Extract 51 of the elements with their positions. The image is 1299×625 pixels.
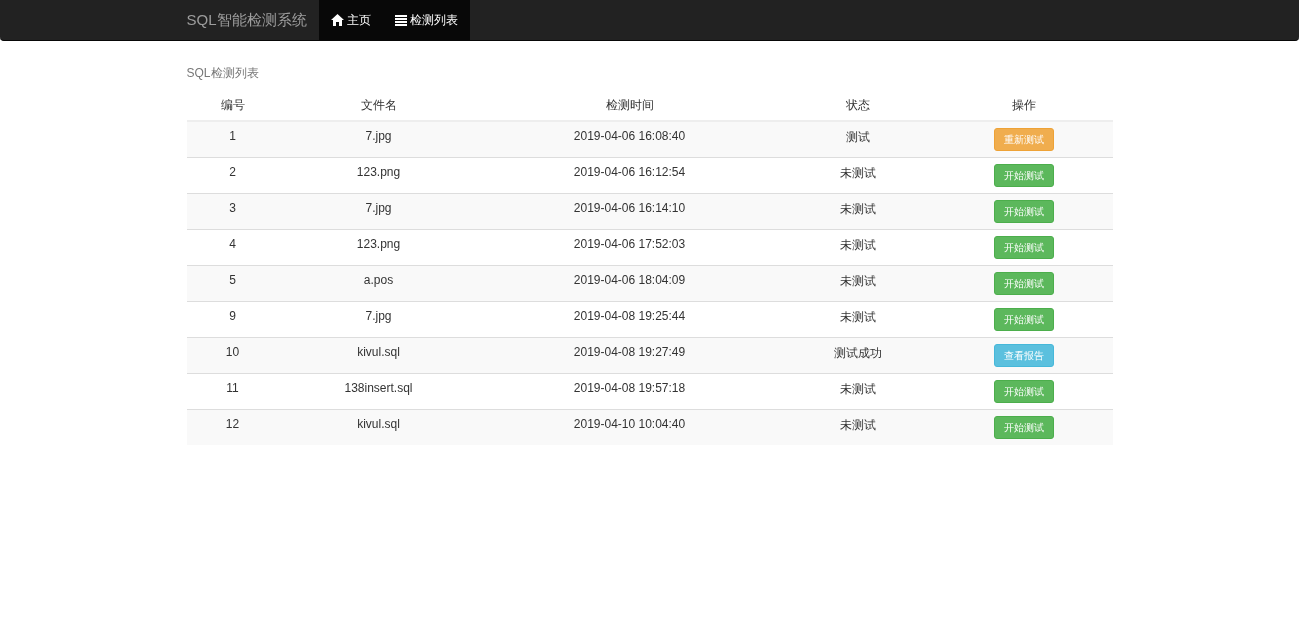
table-cell: 138insert.sql xyxy=(344,381,413,395)
status-text: 未测试 xyxy=(839,418,876,432)
table-cell: 2019-04-06 16:14:10 xyxy=(573,201,686,215)
table-cell: 2019-04-06 16:08:40 xyxy=(573,129,686,143)
table-cell: 7.jpg xyxy=(365,201,392,215)
table-cell: kivul.sql xyxy=(357,417,400,431)
status-text: 未测试 xyxy=(839,382,876,396)
table-cell: 2 xyxy=(229,165,236,179)
table-cell: 5 xyxy=(229,273,236,287)
action-button[interactable]: 重新测试 xyxy=(993,128,1054,151)
action-button[interactable]: 开始测试 xyxy=(993,308,1054,331)
table-cell: 2019-04-06 18:04:09 xyxy=(573,273,686,287)
action-button[interactable]: 开始测试 xyxy=(993,272,1054,295)
table-cell: kivul.sql xyxy=(357,345,400,359)
action-button[interactable]: 开始测试 xyxy=(993,164,1054,187)
page-title: SQL检测列表 xyxy=(186,65,260,82)
table-cell: 3 xyxy=(229,201,236,215)
status-text: 未测试 xyxy=(839,238,876,252)
action-button[interactable]: 查看报告 xyxy=(993,344,1054,367)
action-button[interactable]: 开始测试 xyxy=(993,236,1054,259)
home-icon xyxy=(330,14,344,26)
table-cell: 11 xyxy=(226,381,239,395)
table-cell: 9 xyxy=(229,309,236,323)
table-cell: 7.jpg xyxy=(365,309,392,323)
table-cell: 2019-04-10 10:04:40 xyxy=(573,417,686,431)
brand-title[interactable]: SQL智能检测系统 xyxy=(186,0,319,40)
table-cell: 10 xyxy=(225,345,240,359)
status-text: 未测试 xyxy=(839,274,876,288)
table-cell: 2019-04-08 19:25:44 xyxy=(573,309,686,323)
table-cell: a.pos xyxy=(363,273,394,287)
table-cell: 1 xyxy=(229,129,236,143)
action-button[interactable]: 开始测试 xyxy=(993,200,1054,223)
status-text: 测试成功 xyxy=(833,346,882,360)
table-cell: 2019-04-08 19:57:18 xyxy=(573,381,686,395)
nav-link[interactable]: 主页 xyxy=(318,0,383,40)
table-cell: 2019-04-08 19:27:49 xyxy=(573,345,686,359)
status-text: 测试 xyxy=(845,130,870,144)
nav-link[interactable]: 检测列表 xyxy=(382,0,470,40)
status-text: 未测试 xyxy=(839,310,876,324)
table-cell: 123.png xyxy=(356,165,401,179)
table-cell: 7.jpg xyxy=(365,129,392,143)
table-cell: 123.png xyxy=(356,237,401,251)
table-cell: 2019-04-06 16:12:54 xyxy=(573,165,686,179)
menu-icon xyxy=(394,14,407,26)
action-button[interactable]: 开始测试 xyxy=(993,416,1054,439)
status-text: 未测试 xyxy=(839,166,876,180)
table-cell: 4 xyxy=(229,237,236,251)
action-button[interactable]: 开始测试 xyxy=(993,380,1054,403)
status-text: 未测试 xyxy=(839,202,876,216)
table-cell: 12 xyxy=(225,417,240,431)
table-cell: 2019-04-06 17:52:03 xyxy=(573,237,686,251)
